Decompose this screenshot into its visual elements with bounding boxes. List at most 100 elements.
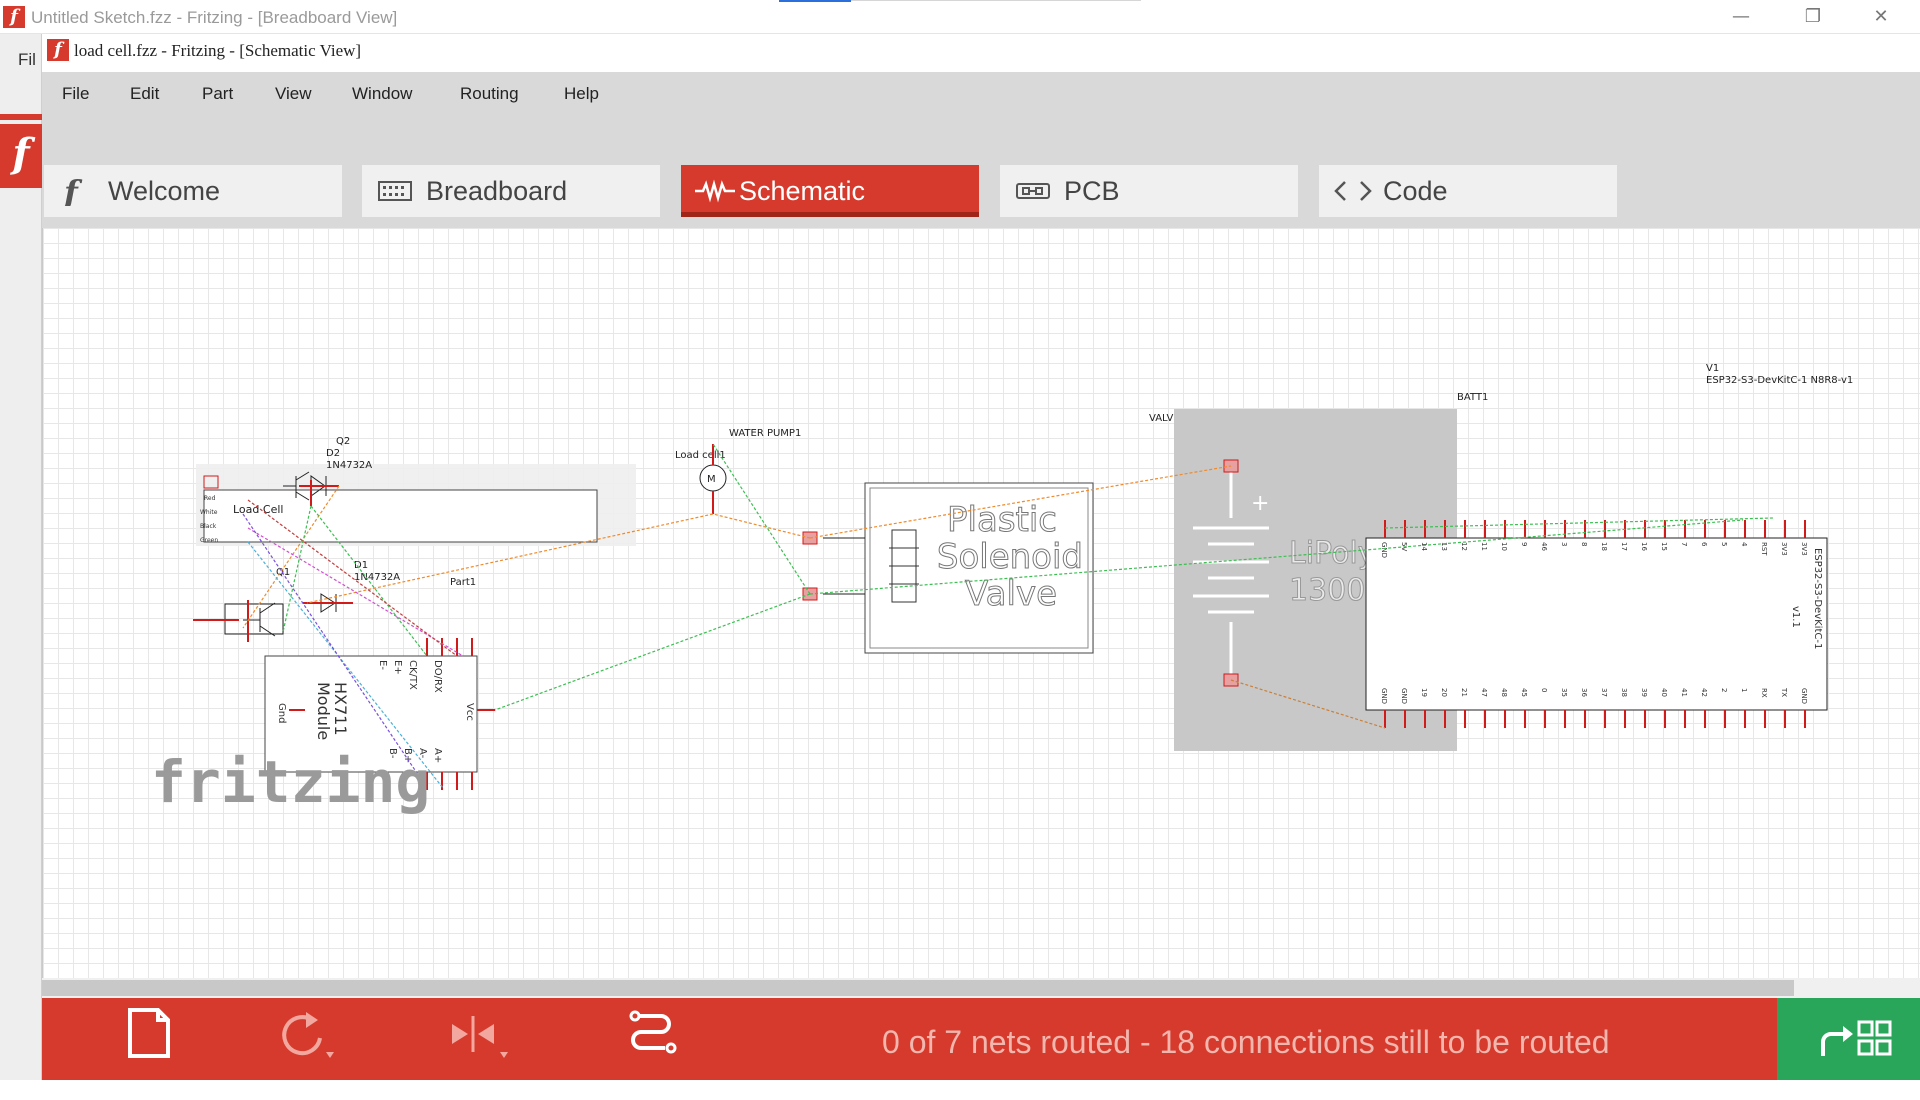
autoroute-button[interactable]: Autoroute [586, 998, 716, 1099]
esp32-top-pin-label: 16 [1640, 542, 1648, 551]
tab-welcome[interactable]: f Welcome [44, 165, 342, 217]
valve-line-2: Solenoid [937, 537, 1083, 577]
load-cell-body[interactable] [203, 489, 598, 543]
esp32-board-body[interactable] [1365, 537, 1828, 711]
close-button[interactable]: ✕ [1858, 4, 1904, 30]
part1-label: Part1 [450, 577, 476, 588]
water-pump-symbol: M [707, 474, 716, 485]
tab-pcb[interactable]: PCB [1000, 165, 1298, 217]
fritzing-logo-icon: f [62, 176, 83, 206]
tab-code[interactable]: Code [1319, 165, 1617, 217]
menu-view[interactable]: View [275, 84, 312, 104]
esp32-top-pin-label: 11 [1480, 542, 1488, 551]
esp32-side-label: ESP32-S3-DevKitC-1 [1812, 548, 1823, 649]
pcb-icon [1016, 183, 1050, 199]
background-window-title: Untitled Sketch.fzz - Fritzing - [Breadb… [31, 8, 398, 27]
d2-ref: D2 [326, 448, 340, 459]
rotate-icon [282, 1012, 334, 1058]
menu-bar: File Edit Part View Window Routing Help [42, 72, 1920, 116]
esp32-bottom-pin-label: 45 [1520, 688, 1528, 697]
rotate-label: Rotate [278, 1080, 330, 1099]
tab-welcome-label: Welcome [108, 176, 221, 206]
q2-label: Q2 [336, 436, 350, 447]
menu-routing[interactable]: Routing [460, 84, 519, 104]
menu-part[interactable]: Part [202, 84, 233, 104]
esp32-bottom-pin-label: 35 [1560, 688, 1568, 697]
esp32-top-pin-label: 4 [1740, 542, 1748, 547]
main-window: f load cell.fzz - Fritzing - [Schematic … [42, 34, 1920, 1099]
esp32-bottom-pin-label: 40 [1660, 688, 1668, 697]
background-logo-strip [0, 114, 42, 120]
esp32-top-pin-label: 14 [1420, 542, 1428, 551]
note-icon [128, 1008, 170, 1058]
d1-ref: D1 [354, 560, 368, 571]
esp32-top-pin-label: 18 [1600, 542, 1608, 551]
esp32-top-pin-label: 5 [1720, 542, 1728, 546]
view-tab-bar: f Welcome Breadboard Schematic PCB Code [42, 116, 1920, 228]
load-cell-wire-white: White [200, 509, 218, 516]
esp32-top-pin-label: 3V3 [1780, 542, 1788, 556]
background-window-sidebar: Fil f [0, 34, 42, 1080]
minimize-button[interactable]: — [1718, 4, 1764, 30]
load-cell-wire-black: Black [200, 523, 217, 530]
battery-line-1: LiPoly [1289, 536, 1376, 571]
esp32-top-pin-label: 17 [1620, 542, 1628, 551]
esp32-bottom-pin-label: 39 [1640, 688, 1648, 697]
valve-line-1: Plastic [947, 500, 1057, 540]
schematic-canvas[interactable]: Load Cell Red White Black Green Q2 D2 1N… [42, 228, 1920, 978]
menu-window[interactable]: Window [352, 84, 412, 104]
horizontal-scrollbar[interactable] [42, 978, 1920, 998]
background-file-menu[interactable]: Fil [18, 50, 36, 70]
esp32-top-pin-label: 46 [1540, 542, 1548, 551]
tab-schematic[interactable]: Schematic [681, 165, 979, 217]
tab-breadboard-label: Breadboard [426, 176, 568, 206]
fritzing-watermark: fritzing [151, 748, 430, 816]
menu-help[interactable]: Help [564, 84, 599, 104]
taskbar-highlight [779, 0, 851, 2]
esp32-bottom-pin-label: 37 [1600, 688, 1608, 697]
autoroute-label: Autoroute [614, 1080, 688, 1099]
esp32-bottom-pin-label: 48 [1500, 688, 1508, 697]
esp32-bottom-pin-label: GND [1400, 688, 1408, 704]
restore-button[interactable]: ❐ [1790, 4, 1836, 30]
esp32-bottom-pin-label: 38 [1620, 688, 1628, 697]
esp32-top-pin-label: 15 [1660, 542, 1668, 551]
hx711-pin-ck-tx: CK/TX [407, 660, 418, 690]
esp32-top-pin-label: 8 [1580, 542, 1588, 546]
esp32-bottom-pin-label: 47 [1480, 688, 1488, 697]
menu-file[interactable]: File [62, 84, 89, 104]
load-cell-wire-green: Green [200, 537, 218, 544]
share-button[interactable]: Share [1777, 998, 1920, 1099]
esp32-bottom-pin-label: 2 [1720, 688, 1728, 692]
flip-button[interactable]: Flip [413, 998, 543, 1099]
add-note-button[interactable]: Add a note [83, 998, 213, 1099]
window-titlebar: f load cell.fzz - Fritzing - [Schematic … [42, 34, 1920, 72]
tab-pcb-label: PCB [1064, 176, 1120, 206]
fritzing-app-icon: f [3, 6, 25, 28]
esp32-bottom-pin-label: RX [1760, 688, 1768, 698]
tab-schematic-label: Schematic [739, 176, 866, 206]
esp32-bottom-pin-label: 1 [1740, 688, 1748, 692]
hx711-pin-e-minus: E- [377, 660, 388, 670]
esp32-bottom-pin-label: 41 [1680, 688, 1688, 697]
esp32-top-pin-label: 3 [1560, 542, 1568, 546]
tab-breadboard[interactable]: Breadboard [362, 165, 660, 217]
esp32-top-pin-label: GND [1380, 542, 1388, 558]
resistor-icon [695, 179, 735, 203]
esp32-top-pin-label: 12 [1460, 542, 1468, 551]
horizontal-scrollbar-thumb[interactable] [42, 980, 1794, 996]
rotate-button[interactable]: Rotate [239, 998, 369, 1099]
routing-status-text: 0 of 7 nets routed - 18 connections stil… [882, 1024, 1610, 1060]
esp32-top-pin-label: 7 [1680, 542, 1688, 546]
code-icon [1334, 181, 1372, 201]
menu-edit[interactable]: Edit [130, 84, 159, 104]
esp32-bottom-pin-label: GND [1380, 688, 1388, 704]
bottom-toolbar: Add a note Rotate Flip Autoroute 0 of 7 … [42, 998, 1920, 1099]
esp32-bottom-pin-label: 42 [1700, 688, 1708, 697]
autoroute-icon [629, 1010, 677, 1054]
esp32-top-pin-label: 9 [1520, 542, 1528, 546]
esp32-top-pin-label: 10 [1500, 542, 1508, 551]
battery-ref: BATT1 [1457, 392, 1488, 403]
esp32-ref: V1 [1706, 363, 1719, 374]
share-label: Share [1825, 1080, 1872, 1099]
